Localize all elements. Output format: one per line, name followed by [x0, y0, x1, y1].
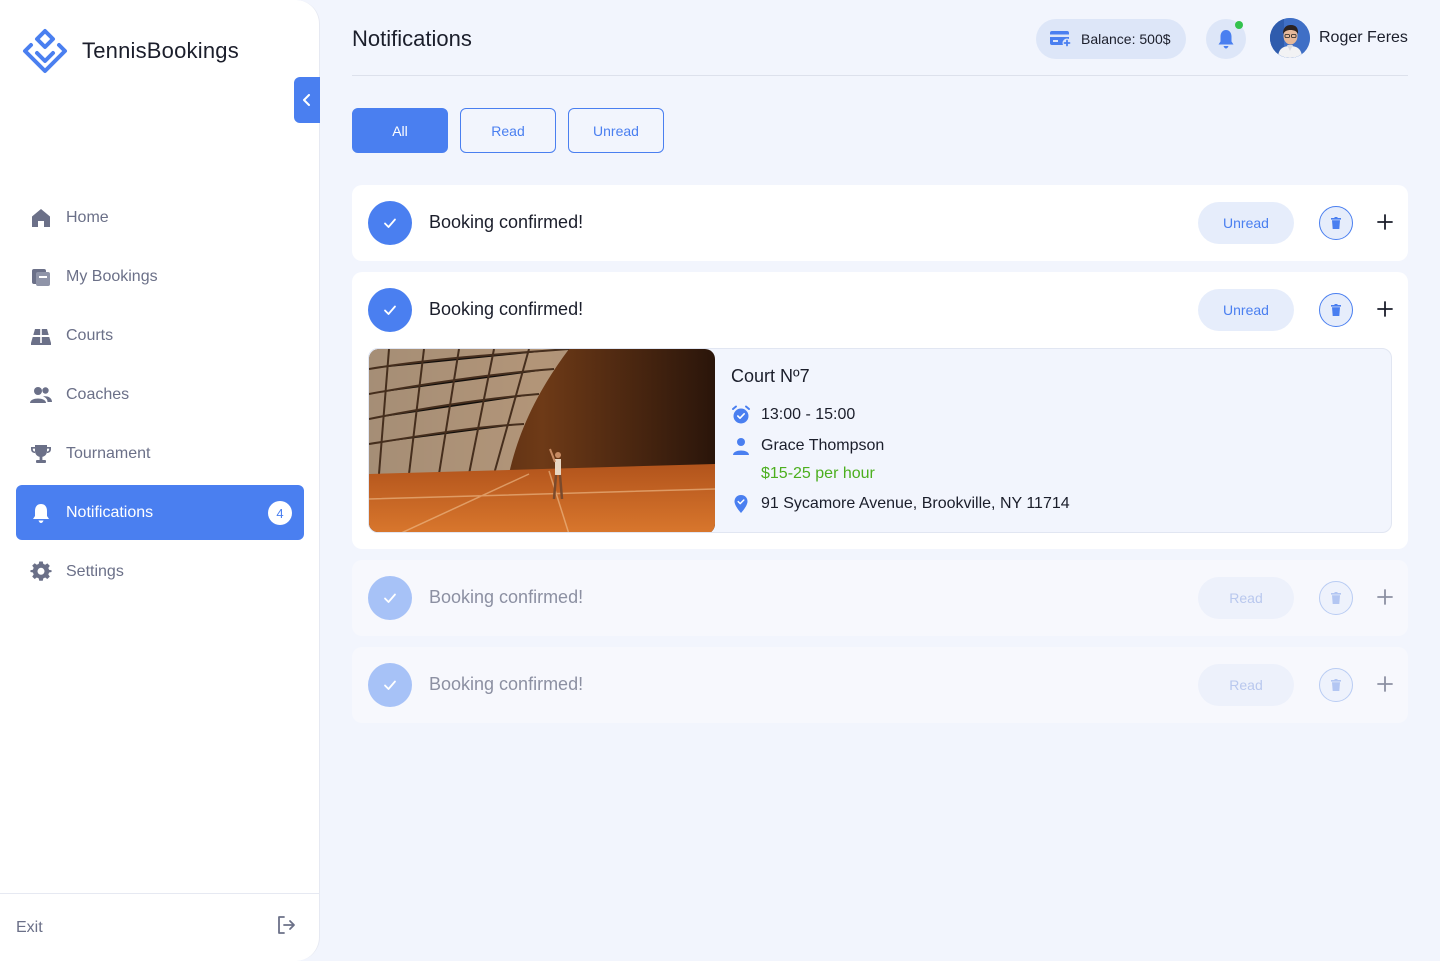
chevron-left-icon: [303, 94, 310, 106]
filter-all-button[interactable]: All: [352, 108, 448, 153]
delete-button[interactable]: [1319, 668, 1353, 702]
page-title: Notifications: [352, 26, 472, 51]
delete-button[interactable]: [1319, 206, 1353, 240]
booking-details: Court Nº7 13:00 - 15:00 Grace Thompson $…: [368, 348, 1392, 533]
check-icon: [368, 576, 412, 620]
notification-filters: All Read Unread: [352, 108, 664, 153]
home-icon: [30, 207, 52, 229]
trash-icon: [1331, 217, 1341, 229]
filter-read-button[interactable]: Read: [460, 108, 556, 153]
brand-name: TennisBookings: [82, 38, 239, 63]
plus-icon: [1377, 214, 1393, 230]
sidebar-item-home[interactable]: Home: [16, 190, 304, 245]
trash-icon: [1331, 592, 1341, 604]
user-icon: [733, 438, 749, 455]
delete-button[interactable]: [1319, 293, 1353, 327]
notification-card[interactable]: Booking confirmed! Read: [352, 560, 1408, 636]
expand-button[interactable]: [1375, 674, 1395, 694]
sidebar-item-label: Tournament: [66, 444, 151, 462]
gear-icon: [30, 560, 52, 583]
notification-title: Booking confirmed!: [429, 587, 584, 607]
delete-button[interactable]: [1319, 581, 1353, 615]
check-icon: [368, 663, 412, 707]
logout-icon[interactable]: [275, 914, 297, 941]
sidebar-item-coaches[interactable]: Coaches: [16, 367, 304, 422]
bell-icon: [1218, 30, 1234, 49]
address-value: 91 Sycamore Avenue, Brookville, NY 11714: [761, 495, 1070, 512]
mark-status-button[interactable]: Read: [1198, 577, 1294, 619]
sidebar: TennisBookings Home My Bookings Courts C…: [0, 0, 320, 961]
coach-name: Grace Thompson: [761, 437, 885, 454]
court-icon: [30, 325, 52, 347]
location-pin-icon: [734, 495, 748, 513]
sidebar-item-my-bookings[interactable]: My Bookings: [16, 249, 304, 304]
sidebar-item-settings[interactable]: Settings: [16, 544, 304, 599]
sidebar-item-courts[interactable]: Courts: [16, 308, 304, 363]
expand-button[interactable]: [1375, 212, 1395, 232]
court-photo: [369, 349, 715, 532]
notification-header: Booking confirmed! Read: [352, 647, 1408, 723]
booking-time-value: 13:00 - 15:00: [761, 406, 856, 423]
trash-icon: [1331, 304, 1341, 316]
mark-status-button[interactable]: Read: [1198, 664, 1294, 706]
plus-icon: [1377, 301, 1393, 317]
plus-icon: [1377, 676, 1393, 692]
notification-card[interactable]: Booking confirmed! Unread: [352, 185, 1408, 261]
sidebar-item-label: Coaches: [66, 385, 130, 403]
booking-coach: Grace Thompson: [731, 436, 884, 456]
collapse-sidebar-button[interactable]: [294, 77, 320, 123]
expand-button[interactable]: [1375, 299, 1395, 319]
check-icon: [368, 288, 412, 332]
booking-address: 91 Sycamore Avenue, Brookville, NY 11714: [731, 494, 1070, 514]
user-name: Roger Feres: [1319, 29, 1408, 46]
check-icon: [368, 201, 412, 245]
mark-status-button[interactable]: Unread: [1198, 289, 1294, 331]
bell-icon: [30, 502, 52, 524]
notifications-bell-button[interactable]: [1206, 19, 1246, 59]
avatar: [1270, 18, 1310, 58]
notification-header: Booking confirmed! Unread: [352, 272, 1408, 348]
sidebar-item-label: My Bookings: [66, 267, 158, 285]
mark-status-button[interactable]: Unread: [1198, 202, 1294, 244]
expand-button[interactable]: [1375, 587, 1395, 607]
plus-icon: [1377, 589, 1393, 605]
notification-header: Booking confirmed! Unread: [352, 185, 1408, 261]
sidebar-item-label: Settings: [66, 562, 124, 580]
notification-card[interactable]: Booking confirmed! Read: [352, 647, 1408, 723]
price-rate: $15-25 per hour: [761, 465, 875, 482]
notification-title: Booking confirmed!: [429, 212, 584, 232]
balance-button[interactable]: Balance: 500$: [1036, 19, 1186, 59]
trophy-icon: [30, 443, 52, 465]
notification-count-badge: 4: [268, 501, 292, 525]
notification-header: Booking confirmed! Read: [352, 560, 1408, 636]
sidebar-item-notifications[interactable]: Notifications 4: [16, 485, 304, 540]
page-header: Notifications Balance: 500$ Roger Feres: [352, 0, 1408, 76]
unread-indicator-dot: [1235, 21, 1243, 29]
alarm-clock-icon: [732, 405, 750, 424]
sidebar-footer: Exit: [0, 893, 319, 961]
logo-icon: [23, 29, 67, 73]
sidebar-item-tournament[interactable]: Tournament: [16, 426, 304, 481]
sidebar-item-label: Home: [66, 208, 109, 226]
coaches-icon: [30, 384, 52, 406]
notification-title: Booking confirmed!: [429, 299, 584, 319]
exit-label[interactable]: Exit: [16, 919, 43, 937]
filter-unread-button[interactable]: Unread: [568, 108, 664, 153]
brand-logo[interactable]: TennisBookings: [22, 28, 239, 74]
wallet-add-icon: [1050, 31, 1072, 48]
bookings-icon: [30, 266, 52, 288]
sidebar-item-label: Courts: [66, 326, 114, 344]
notification-title: Booking confirmed!: [429, 674, 584, 694]
sidebar-item-label: Notifications: [66, 503, 154, 521]
trash-icon: [1331, 679, 1341, 691]
balance-label: Balance: 500$: [1081, 31, 1171, 47]
notification-card-expanded[interactable]: Booking confirmed! Unread Court Nº7 13:0…: [352, 272, 1408, 549]
court-name: Court Nº7: [731, 366, 810, 386]
sidebar-nav: Home My Bookings Courts Coaches Tourname…: [16, 190, 304, 603]
user-menu[interactable]: Roger Feres: [1270, 18, 1408, 58]
booking-time: 13:00 - 15:00: [731, 405, 855, 425]
